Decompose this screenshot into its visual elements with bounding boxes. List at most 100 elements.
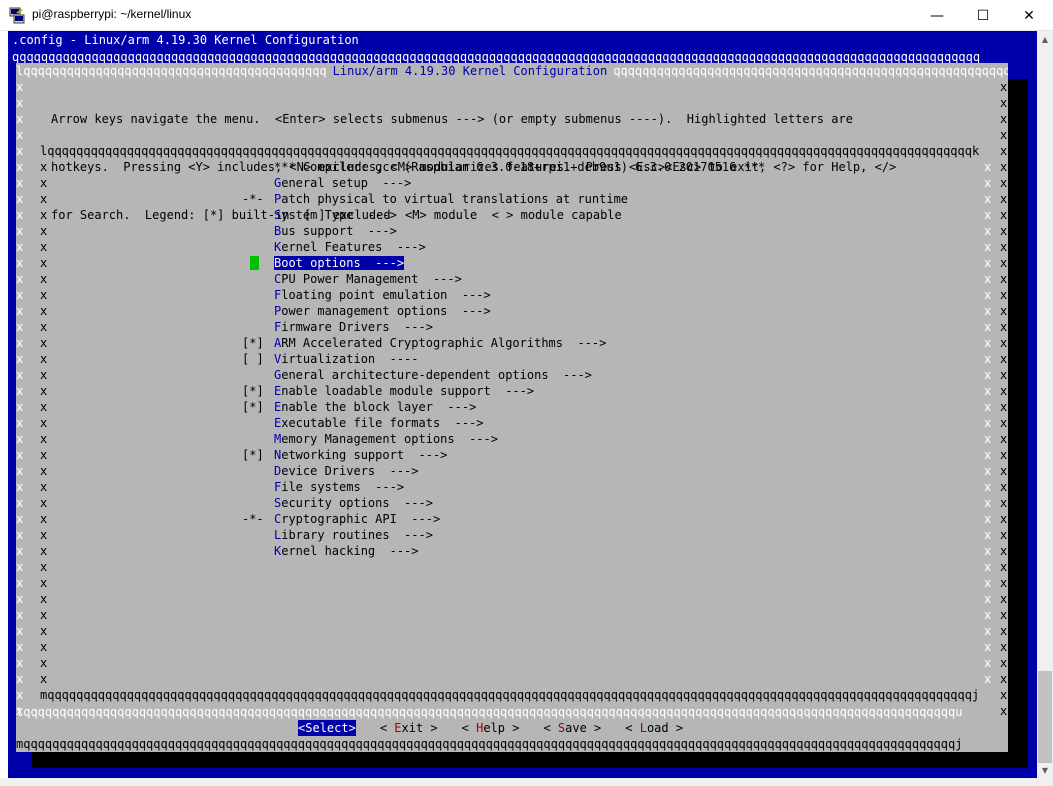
menu-item-label: Kernel hacking ---> (274, 544, 419, 558)
menu-item-text: xecutable file formats ---> (281, 416, 484, 430)
menu-item-label: Bus support ---> (274, 224, 397, 238)
config-header: .config - Linux/arm 4.19.30 Kernel Confi… (12, 33, 359, 47)
menu-item-text: ystem Type ---> (281, 208, 397, 222)
menu-item-text: eneral architecture-dependent options --… (281, 368, 592, 382)
menu-item[interactable]: Device Drivers ---> (242, 463, 982, 479)
menu-item[interactable]: [*] ARM Accelerated Cryptographic Algorit… (242, 335, 982, 351)
putty-icon (9, 7, 25, 24)
menu-item-text: *** Compiler: gcc (Raspbian 6.3.0-18+rpi… (274, 160, 766, 174)
minimize-button[interactable]: — (914, 0, 960, 31)
menu-item-text: etworking support ---> (281, 448, 448, 462)
menu-item-label: General setup ---> (274, 176, 411, 190)
menu-item[interactable]: General architecture-dependent options -… (242, 367, 982, 383)
menu-item-label: Patch physical to virtual translations a… (274, 192, 628, 206)
exit-button[interactable]: < Exit > (380, 720, 438, 736)
menu-box-right-border: x x x x x x x x x x x x x x x x x x x x … (984, 160, 992, 686)
menu-item-label: Power management options ---> (274, 304, 491, 318)
menu-item-label: Enable loadable module support ---> (274, 384, 534, 398)
menu-item[interactable]: Power management options ---> (242, 303, 982, 319)
menu-item[interactable]: Floating point emulation ---> (242, 287, 982, 303)
menu-item-text: PU Power Management ---> (281, 272, 462, 286)
menu-item-selected[interactable]: Boot options ---> (242, 255, 982, 271)
menu-item-text: ryptographic API ---> (281, 512, 441, 526)
select-button[interactable]: <Select> (298, 720, 356, 736)
menu-item-label: Enable the block layer ---> (274, 400, 476, 414)
scroll-up-arrow-icon[interactable]: ▲ (1037, 31, 1053, 47)
menu-item[interactable]: -*- Patch physical to virtual translation… (242, 191, 982, 207)
button-bracket: < (543, 721, 558, 735)
menu-item[interactable]: [ ] Virtualization ---- (242, 351, 982, 367)
dialog-shadow-right (1008, 79, 1028, 752)
menu-item[interactable]: Library routines ---> (242, 527, 982, 543)
menu-item-text: irmware Drivers ---> (281, 320, 433, 334)
menu-box-top-border: lqqqqqqqqqqqqqqqqqqqqqqqqqqqqqqqqqqqqqqq… (40, 144, 980, 158)
menu-item-label: System Type ---> (274, 208, 397, 222)
menu-list: *** Compiler: gcc (Raspbian 6.3.0-18+rpi… (242, 159, 982, 559)
scroll-down-arrow-icon[interactable]: ▼ (1037, 762, 1053, 778)
text-cursor (250, 256, 259, 270)
menu-item-text: irtualization ---- (281, 352, 419, 366)
save-button[interactable]: < Save > (543, 720, 601, 736)
menu-box-left-border: x x x x x x x x x x x x x x x x x x x x … (40, 160, 48, 686)
button-hotkey: E (394, 721, 402, 735)
button-bracket: < (625, 721, 640, 735)
menu-item-label: Boot options ---> (274, 256, 405, 270)
help-button[interactable]: < Help > (462, 720, 520, 736)
minimize-icon: — (930, 7, 944, 24)
menu-item[interactable]: Executable file formats ---> (242, 415, 982, 431)
menu-item[interactable]: File systems ---> (242, 479, 982, 495)
window-bottom-edge (0, 778, 1037, 786)
menu-item[interactable]: System Type ---> (242, 207, 982, 223)
menu-item-label: Executable file formats ---> (274, 416, 484, 430)
maximize-button[interactable]: ☐ (960, 0, 1006, 31)
menu-item-text: evice Drivers ---> (281, 464, 419, 478)
window-title: pi@raspberrypi: ~/kernel/linux (32, 7, 192, 21)
menu-item-text: nable loadable module support ---> (281, 384, 535, 398)
dialog-bottom-border: mqqqqqqqqqqqqqqqqqqqqqqqqqqqqqqqqqqqqqqq… (16, 737, 963, 751)
dialog-right-border: x x x x x x x x x x x x x x x x x x x x … (1000, 80, 1008, 718)
button-label: oad > (646, 721, 684, 735)
menu-item[interactable]: Firmware Drivers ---> (242, 319, 982, 335)
menu-item-label: ARM Accelerated Cryptographic Algorithms… (274, 336, 606, 350)
menu-item-text: ibrary routines ---> (281, 528, 433, 542)
menu-item-label: Kernel Features ---> (274, 240, 426, 254)
menu-item[interactable]: [*] Enable the block layer ---> (242, 399, 982, 415)
menu-item[interactable]: Memory Management options ---> (242, 431, 982, 447)
menu-item[interactable]: Kernel hacking ---> (242, 543, 982, 559)
menu-item[interactable]: General setup ---> (242, 175, 982, 191)
menu-item-text: RM Accelerated Cryptographic Algorithms … (281, 336, 607, 350)
menu-item[interactable]: Security options ---> (242, 495, 982, 511)
button-bracket: < (461, 721, 477, 735)
menu-item-label: Library routines ---> (274, 528, 433, 542)
button-bar: <Select> < Exit > < Help > < Save > < Load > (298, 720, 707, 736)
button-hotkey: L (639, 721, 647, 735)
close-button[interactable]: ✕ (1006, 0, 1052, 31)
menu-item-text: us support ---> (281, 224, 397, 238)
maximize-icon: ☐ (976, 7, 990, 24)
window-titlebar: pi@raspberrypi: ~/kernel/linux — ☐ ✕ (0, 0, 1053, 31)
vertical-scrollbar[interactable]: ▲ ▼ (1037, 31, 1053, 786)
load-button[interactable]: < Load > (625, 720, 683, 736)
menu-item-state: -*- (242, 512, 264, 526)
menu-item-label: CPU Power Management ---> (274, 272, 462, 286)
menu-item-text: ernel Features ---> (281, 240, 426, 254)
menu-item-text: eneral setup ---> (281, 176, 412, 190)
menu-item[interactable]: Kernel Features ---> (242, 239, 982, 255)
menu-item[interactable]: CPU Power Management ---> (242, 271, 982, 287)
menu-item[interactable]: Bus support ---> (242, 223, 982, 239)
menu-item-label: General architecture-dependent options -… (274, 368, 592, 382)
dialog-left-border: x x x x x x x x x x x x x x x x x x x x … (16, 80, 24, 718)
menu-item-label: File systems ---> (274, 480, 404, 494)
menu-item-text: atch physical to virtual translations at… (281, 192, 629, 206)
menu-item-label: Firmware Drivers ---> (274, 320, 433, 334)
menu-item[interactable]: [*] Networking support ---> (242, 447, 982, 463)
menu-item-state: [*] (242, 384, 264, 398)
terminal-screen[interactable]: .config - Linux/arm 4.19.30 Kernel Confi… (8, 31, 1037, 778)
menu-item[interactable]: *** Compiler: gcc (Raspbian 6.3.0-18+rpi… (242, 159, 982, 175)
menu-item[interactable]: -*- Cryptographic API ---> (242, 511, 982, 527)
menu-item[interactable]: [*] Enable loadable module support ---> (242, 383, 982, 399)
scroll-thumb[interactable] (1038, 671, 1052, 763)
menu-item-text: emory Management options ---> (281, 432, 498, 446)
menu-item-state: [*] (242, 336, 264, 350)
button-separator: tqqqqqqqqqqqqqqqqqqqqqqqqqqqqqqqqqqqqqqq… (16, 705, 963, 719)
